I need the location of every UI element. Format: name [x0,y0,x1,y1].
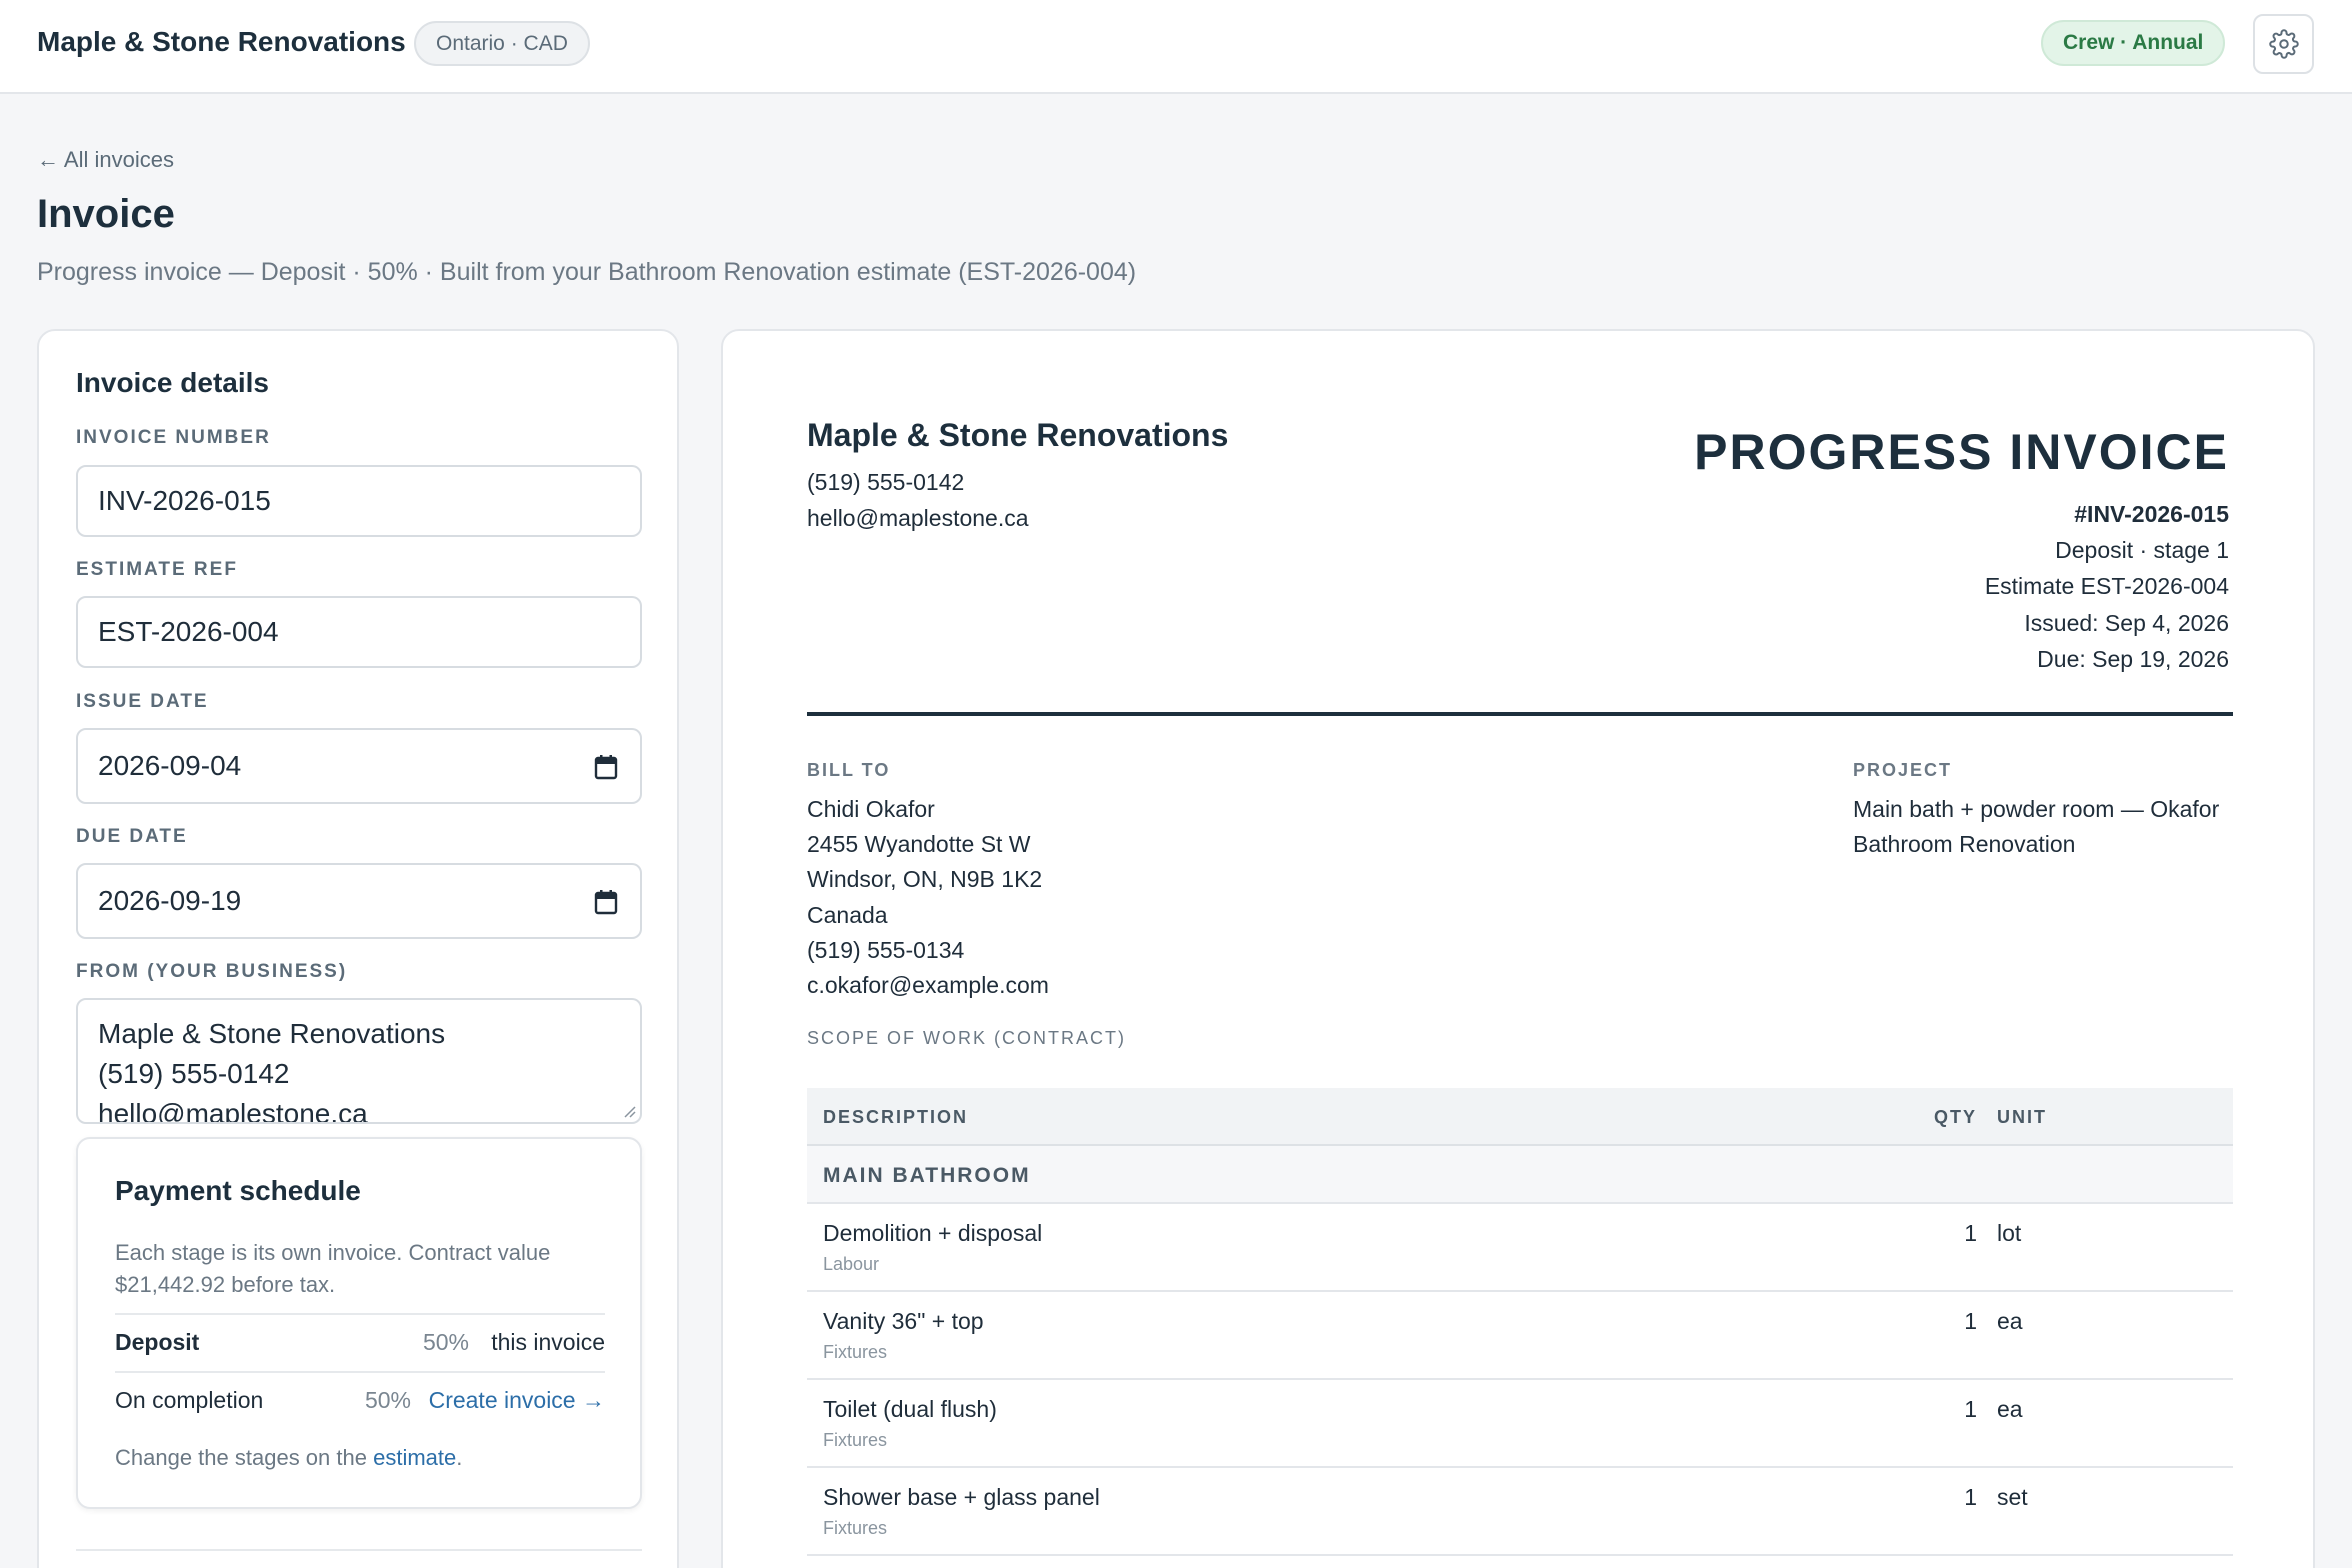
create-invoice-link[interactable]: Create invoice → [429,1387,605,1414]
gear-icon [2268,29,2299,59]
payment-stage-row: On completion 50% Create invoice → [115,1371,605,1429]
item-unit: ea [1997,1396,2023,1422]
from-line: hello@maplestone.ca [98,1098,368,1124]
item-category: Fixtures [823,1342,888,1362]
page-title: Invoice [37,192,175,236]
plan-badge[interactable]: Crew · Annual [2041,20,2226,66]
item-category: Fixtures [823,1518,888,1538]
stage-status: this invoice [491,1329,605,1355]
item-qty: 1 [1964,1220,1977,1246]
preview-issued-date: Issued: Sep 4, 2026 [2024,610,2229,636]
item-description: Toilet (dual flush) [823,1396,997,1422]
from-business-label: FROM (YOUR BUSINESS) [76,961,348,982]
issue-date-label: ISSUE DATE [76,691,209,712]
payment-schedule-card: Payment schedule Each stage is its own i… [76,1137,642,1509]
item-category: Fixtures [823,1430,888,1450]
scope-of-work-label: SCOPE OF WORK (CONTRACT) [807,1028,1126,1048]
item-description: Shower base + glass panel [823,1484,1100,1510]
estimate-link[interactable]: estimate [373,1445,456,1470]
table-row: Shower base + glass panel Fixtures 1 set [807,1468,2233,1556]
project-label: PROJECT [1853,760,1953,780]
bill-to-line: Chidi Okafor [807,796,935,822]
due-date-value: 2026-09-19 [98,885,242,916]
preview-due-date: Due: Sep 19, 2026 [2037,646,2229,672]
preview-business-name: Maple & Stone Renovations [807,417,1229,453]
invoice-number-input[interactable]: INV-2026-015 [76,465,642,537]
item-qty: 1 [1964,1308,1977,1334]
project-line: Bathroom Renovation [1853,831,2076,857]
bill-to-line: 2455 Wyandotte St W [807,831,1031,857]
bill-to-line: (519) 555-0134 [807,937,965,963]
invoice-preview: Maple & Stone Renovations (519) 555-0142… [721,329,2315,1568]
back-to-invoices-link[interactable]: ← All invoices [37,147,174,173]
table-row: Demolition + disposal Labour 1 lot [807,1204,2233,1292]
table-row: Vanity 36" + top Fixtures 1 ea [807,1292,2233,1380]
item-description: Vanity 36" + top [823,1308,984,1334]
preview-invoice-number: #INV-2026-015 [2074,501,2229,527]
bill-to-line: c.okafor@example.com [807,972,1049,998]
footer-text: Change the stages on the [115,1445,374,1470]
payment-schedule-description: Each stage is its own invoice. Contract … [115,1240,551,1297]
calendar-icon[interactable] [594,889,618,915]
item-unit: lot [1997,1220,2022,1246]
due-date-input[interactable]: 2026-09-19 [76,863,642,939]
resize-grip-icon[interactable] [622,1104,636,1118]
item-description: Demolition + disposal [823,1220,1043,1246]
stage-percent: 50% [364,1387,411,1413]
page-subtitle: Progress invoice — Deposit · 50% · Built… [37,258,1137,286]
stage-percent: 50% [422,1329,469,1355]
project-line: Main bath + powder room — Okafor [1853,796,2220,822]
footer-end: . [456,1445,463,1470]
item-unit: set [1997,1484,2028,1510]
preview-business-email: hello@maplestone.ca [807,505,1029,531]
item-category: Labour [823,1254,880,1274]
invoice-type-heading: PROGRESS INVOICE [1694,424,2229,480]
top-bar: Maple & Stone Renovations Ontario · CAD … [0,0,2352,94]
issue-date-input[interactable]: 2026-09-04 [76,728,642,804]
settings-button[interactable] [2253,14,2314,74]
invoice-details-title: Invoice details [76,367,269,398]
brand-name: Maple & Stone Renovations [37,26,406,57]
section-name: MAIN BATHROOM [823,1164,1031,1187]
table-row: Toilet (dual flush) Fixtures 1 ea [807,1380,2233,1468]
from-line: (519) 555-0142 [98,1058,290,1089]
payment-schedule-title: Payment schedule [115,1175,361,1206]
invoice-number-label: INVOICE NUMBER [76,427,271,448]
column-header-unit: UNIT [1997,1107,2047,1127]
item-unit: ea [1997,1308,2023,1334]
estimate-ref-input[interactable]: EST-2026-004 [76,596,642,668]
payment-schedule-footer: Change the stages on the estimate. [115,1445,462,1471]
payment-stage-row: Deposit 50% this invoice [115,1313,605,1371]
due-date-label: DUE DATE [76,826,188,847]
bill-to-line: Windsor, ON, N9B 1K2 [807,866,1043,892]
from-business-textarea[interactable]: Maple & Stone Renovations (519) 555-0142… [76,998,642,1124]
bill-to-label: BILL TO [807,760,891,780]
calendar-icon[interactable] [594,754,618,780]
divider [76,1549,642,1551]
preview-estimate: Estimate EST-2026-004 [1984,573,2229,599]
from-line: Maple & Stone Renovations [98,1018,446,1049]
table-header: DESCRIPTION QTY UNIT [807,1088,2233,1146]
preview-business-phone: (519) 555-0142 [807,469,965,495]
item-qty: 1 [1964,1396,1977,1422]
column-header-qty: QTY [1933,1107,1977,1127]
region-badge: Ontario · CAD [414,21,590,66]
preview-stage: Deposit · stage 1 [2055,537,2229,563]
item-qty: 1 [1964,1484,1977,1510]
column-header-description: DESCRIPTION [823,1107,969,1127]
stage-name: Deposit [115,1329,200,1355]
stage-name: On completion [115,1387,264,1413]
estimate-ref-label: ESTIMATE REF [76,559,238,580]
table-section-row: MAIN BATHROOM [807,1146,2233,1204]
invoice-details-panel: Invoice details INVOICE NUMBER INV-2026-… [37,329,679,1568]
issue-date-value: 2026-09-04 [98,750,242,781]
bill-to-line: Canada [807,902,888,928]
header-rule [807,712,2233,716]
